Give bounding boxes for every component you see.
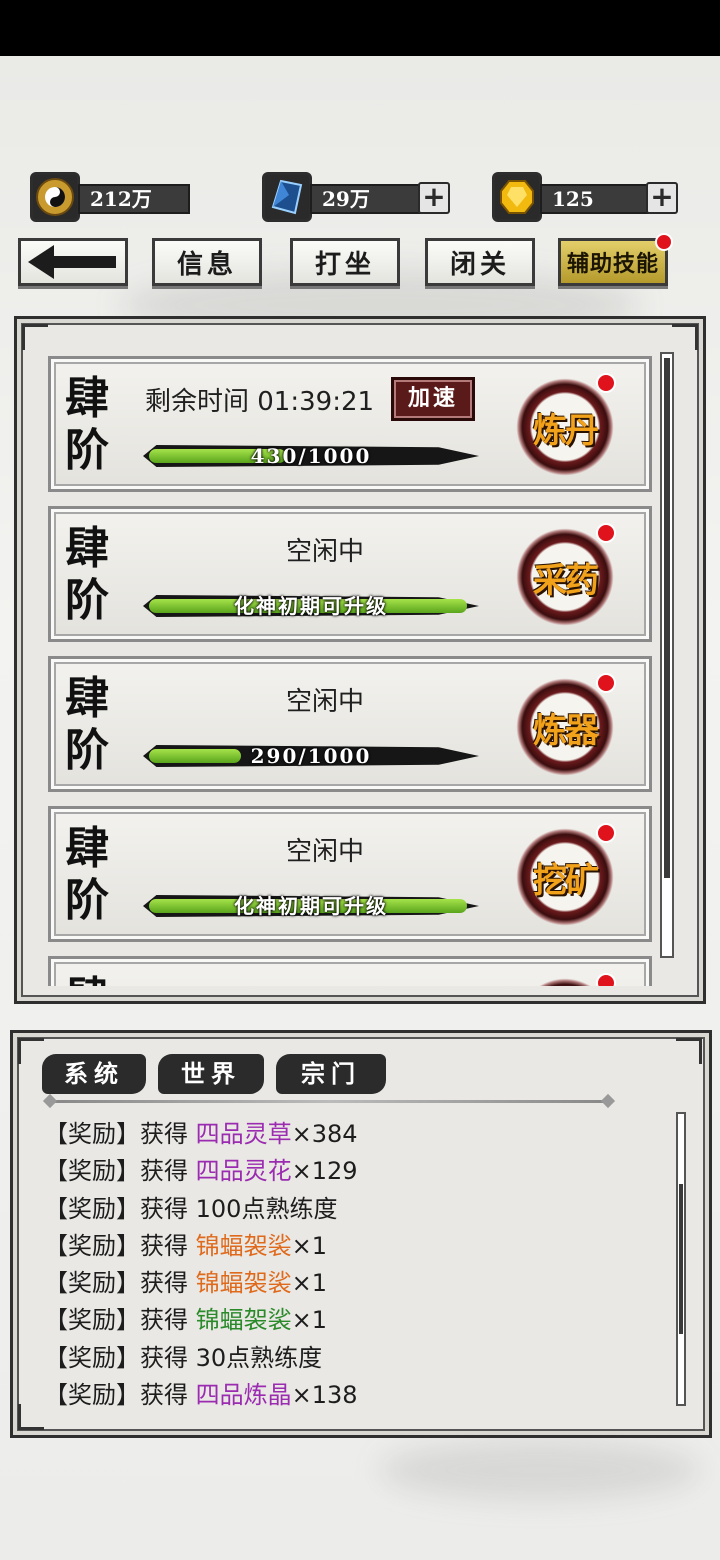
refining-notification-dot [596, 673, 616, 693]
log-item: 锦蝠袈裟 [195, 1306, 292, 1335]
mining-notification-dot [596, 823, 616, 843]
skill-rank: 肆阶 [65, 673, 109, 776]
log-prefix: 【奖励】获得 [44, 1194, 196, 1223]
skill-rank: 肆阶 [65, 973, 115, 986]
log-prefix: 【奖励】获得 [44, 1381, 196, 1410]
tab-system[interactable]: 系统 [42, 1054, 146, 1094]
log-prefix: 【奖励】获得 [44, 1269, 196, 1298]
log-suffix: ×129 [291, 1157, 358, 1186]
log-item: 100点熟练度 [195, 1194, 338, 1223]
panel-corner-ornament [18, 1404, 44, 1430]
log-entry: 【奖励】获得 四品灵草×384 [44, 1116, 664, 1153]
back-button[interactable] [18, 238, 128, 286]
seclusion-button[interactable]: 闭关 [425, 238, 535, 286]
log-scrollbar[interactable] [676, 1112, 686, 1406]
skill-progress-bar: 290/1000 [143, 739, 479, 773]
skill-list[interactable]: 肆阶 剩余时间 01:39:21 加速 430/1000 炼丹 肆阶 空闲中 化… [48, 356, 652, 986]
log-item: 锦蝠袈裟 [195, 1269, 292, 1298]
ink-cloud-decoration [380, 1440, 700, 1500]
log-prefix: 【奖励】获得 [44, 1343, 196, 1372]
panel-corner-ornament [676, 1038, 702, 1064]
log-entry: 【奖励】获得 锦蝠袈裟×1 [44, 1265, 664, 1302]
alchemy-notification-dot [596, 373, 616, 393]
gold-gem-icon [492, 172, 542, 222]
coins-value: 212万 [78, 184, 190, 214]
skill-rank: 肆阶 [65, 523, 109, 626]
skill-progress-bar: 430/1000 [143, 439, 479, 473]
skill-rank: 肆阶 [65, 823, 109, 926]
status-bar [0, 0, 720, 56]
skills-scrollbar[interactable] [660, 352, 674, 958]
info-button[interactable]: 信息 [152, 238, 262, 286]
tab-sect[interactable]: 宗门 [276, 1054, 386, 1094]
log-suffix: ×1 [291, 1306, 328, 1335]
add-crystals-button[interactable]: + [418, 182, 450, 214]
skill-progress-bar: 化神初期可升级 [143, 589, 479, 623]
tab-world[interactable]: 世界 [158, 1054, 264, 1094]
log-entry: 【奖励】获得 30点熟练度 [44, 1340, 664, 1377]
assist-skills-button[interactable]: 辅助技能 [558, 238, 668, 286]
skill-status: 空闲中 [285, 837, 364, 867]
log-suffix: ×1 [291, 1231, 328, 1260]
log-prefix: 【奖励】获得 [44, 1306, 196, 1335]
currency-crystals: 29万 + [262, 172, 452, 222]
log-suffix: ×138 [291, 1381, 358, 1410]
log-prefix: 【奖励】获得 [44, 1120, 196, 1148]
skill-card-partial: 肆阶 [48, 956, 652, 986]
gems-value: 125 [540, 184, 652, 214]
log-item: 锦蝠袈裟 [195, 1231, 292, 1260]
skill-card-alchemy: 肆阶 剩余时间 01:39:21 加速 430/1000 炼丹 [48, 356, 652, 492]
log-suffix: ×1 [291, 1269, 328, 1298]
log-scrollbar-thumb[interactable] [679, 1184, 683, 1334]
log-prefix: 【奖励】获得 [44, 1157, 196, 1186]
panel-corner-ornament [22, 324, 48, 350]
skill-progress-label: 化神初期可升级 [234, 594, 388, 618]
skill-progress-label: 化神初期可升级 [234, 894, 388, 918]
log-prefix: 【奖励】获得 [44, 1231, 196, 1260]
skill-rank: 肆阶 [65, 373, 109, 476]
crystals-value: 29万 [310, 184, 422, 214]
skill-card-herb-gathering: 肆阶 空闲中 化神初期可升级 采药 [48, 506, 652, 642]
log-item: 四品炼晶 [195, 1381, 292, 1410]
panel-corner-ornament [672, 324, 698, 350]
log-entry: 【奖励】获得 100点熟练度 [44, 1191, 664, 1228]
log-entry: 【奖励】获得 四品灵花×129 [44, 1153, 664, 1190]
log-item: 30点熟练度 [195, 1343, 323, 1372]
panel-corner-ornament [18, 1038, 44, 1064]
log-item: 四品灵花 [195, 1157, 292, 1186]
assist-skills-notification-dot [655, 233, 673, 251]
log-suffix: ×384 [291, 1120, 358, 1148]
skill-card-refining: 肆阶 空闲中 290/1000 炼器 [48, 656, 652, 792]
skills-scrollbar-thumb[interactable] [664, 358, 670, 878]
currency-gems: 125 + [492, 172, 682, 222]
back-arrow-icon [28, 245, 116, 279]
skill-status: 剩余时间 01:39:21 [145, 387, 375, 417]
skill-progress-bar: 化神初期可升级 [143, 889, 479, 923]
partial-skill-notification-dot [596, 973, 616, 986]
skill-progress-label: 430/1000 [250, 444, 372, 468]
speed-up-button[interactable]: 加速 [391, 377, 475, 421]
log-entry: 【奖励】获得 锦蝠袈裟×1 [44, 1302, 664, 1339]
currency-coins: 212万 [30, 172, 190, 222]
log-item: 四品灵草 [195, 1120, 292, 1148]
log-entry: 【奖励】获得 锦蝠袈裟×1 [44, 1228, 664, 1265]
add-gems-button[interactable]: + [646, 182, 678, 214]
system-log-list[interactable]: 【奖励】获得 四品灵草×384 【奖励】获得 四品灵花×129 【奖励】获得 1… [44, 1116, 664, 1418]
blue-crystal-icon [262, 172, 312, 222]
skill-status: 空闲中 [285, 687, 364, 717]
yin-yang-coin-icon [30, 172, 80, 222]
herb-gathering-notification-dot [596, 523, 616, 543]
meditate-button[interactable]: 打坐 [290, 238, 400, 286]
skill-status: 空闲中 [285, 537, 364, 567]
log-entry: 【奖励】获得 四品炼晶×138 [44, 1377, 664, 1414]
skill-progress-label: 290/1000 [250, 744, 372, 768]
chat-divider [50, 1100, 610, 1103]
skill-card-mining: 肆阶 空闲中 化神初期可升级 挖矿 [48, 806, 652, 942]
